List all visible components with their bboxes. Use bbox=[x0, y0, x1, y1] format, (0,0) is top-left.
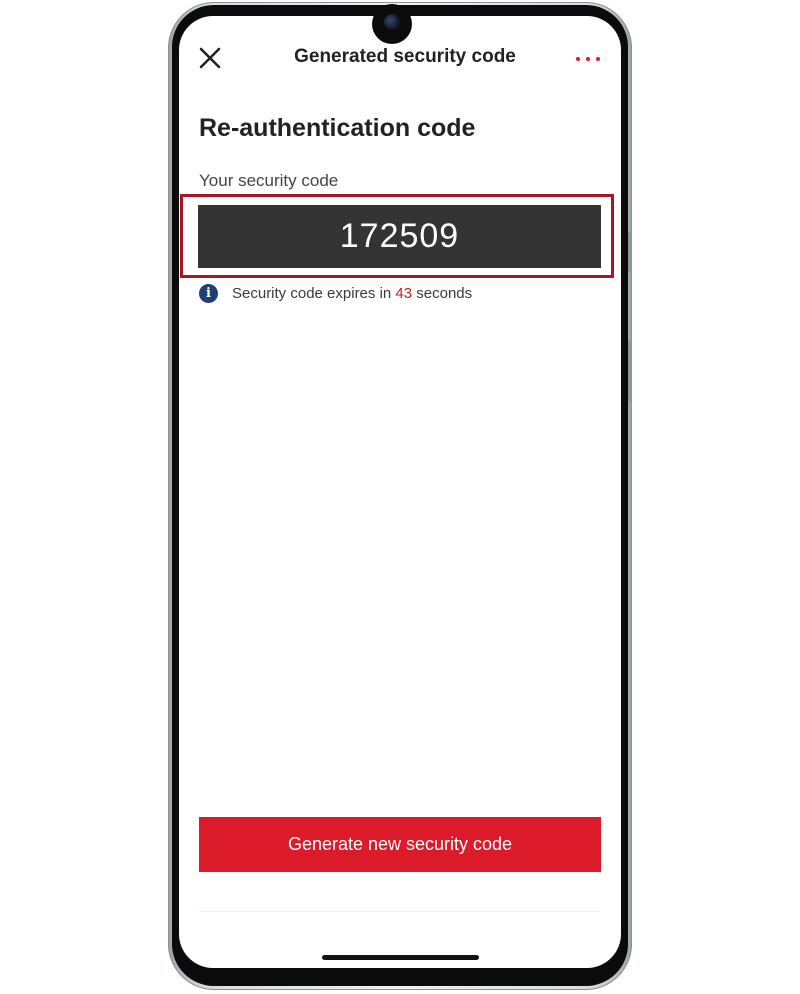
security-code-label: Your security code bbox=[199, 171, 339, 190]
bottom-divider bbox=[199, 911, 601, 912]
close-icon bbox=[199, 47, 221, 69]
phone-side-button bbox=[628, 232, 632, 272]
phone-side-button bbox=[628, 340, 632, 402]
page-title: Re-authentication code bbox=[199, 114, 476, 142]
close-button[interactable] bbox=[196, 44, 224, 72]
home-indicator bbox=[322, 955, 479, 960]
expiry-notice: i Security code expires in 43 seconds bbox=[199, 282, 472, 304]
generate-new-code-button[interactable]: Generate new security code bbox=[199, 817, 601, 872]
expiry-suffix: seconds bbox=[416, 284, 473, 302]
info-icon: i bbox=[199, 283, 218, 303]
expiry-prefix: Security code expires in bbox=[232, 284, 392, 302]
security-code-value: 172509 bbox=[198, 205, 601, 268]
more-options-button[interactable] bbox=[572, 50, 606, 68]
expiry-text: Security code expires in 43 seconds bbox=[232, 285, 472, 302]
more-options-icon bbox=[576, 57, 600, 61]
front-camera bbox=[384, 14, 400, 30]
expiry-seconds: 43 bbox=[395, 284, 413, 302]
page: Generated security code Re-authenticatio… bbox=[0, 0, 800, 994]
header-title: Generated security code bbox=[294, 46, 516, 67]
